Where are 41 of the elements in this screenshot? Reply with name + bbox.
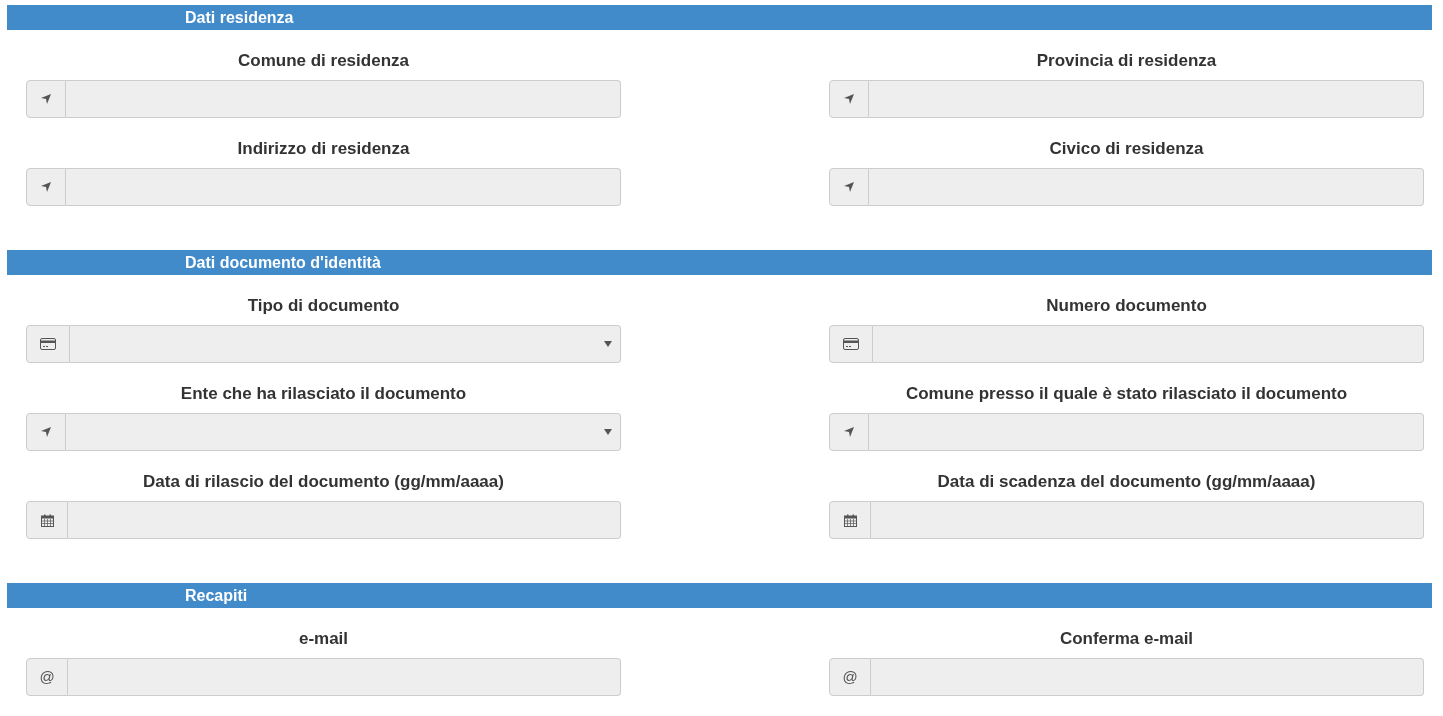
input-field[interactable] — [68, 658, 621, 696]
input-field[interactable] — [869, 80, 1424, 118]
location-arrow-icon — [40, 93, 52, 105]
field-label: Numero documento — [1045, 296, 1208, 316]
field-label: Ente che ha rilasciato il documento — [179, 384, 468, 404]
field-label: Comune presso il quale è stato rilasciato il documento — [904, 384, 1349, 404]
location-arrow-icon — [40, 426, 52, 438]
input-field[interactable] — [871, 501, 1424, 539]
location-arrow-icon — [40, 181, 52, 193]
field-label: Civico di residenza — [1048, 139, 1205, 159]
field-label: Provincia di residenza — [1035, 51, 1218, 71]
field-label: Data di rilascio del documento (gg/mm/aaaa) — [142, 472, 505, 492]
input-field[interactable] — [869, 168, 1424, 206]
calendar-icon — [40, 513, 54, 527]
input-field[interactable] — [66, 168, 621, 206]
section-title: Dati residenza — [185, 9, 294, 26]
at-sign: @ — [842, 666, 858, 687]
field-label: Tipo di documento — [246, 296, 401, 316]
location-arrow-icon — [843, 93, 855, 105]
input-field[interactable] — [66, 80, 621, 118]
field-label: Data di scadenza del documento (gg/mm/aaaa) — [936, 472, 1317, 492]
location-arrow-icon — [843, 426, 855, 438]
field-label: e-mail — [297, 629, 350, 649]
select-field[interactable] — [66, 413, 621, 451]
field-label: Comune di residenza — [237, 51, 410, 71]
caret-down-icon — [604, 341, 612, 347]
credit-card-icon — [40, 338, 56, 350]
field-label: Conferma e-mail — [1058, 629, 1195, 649]
section-title: Dati documento d'identità — [185, 254, 381, 271]
field-label: Indirizzo di residenza — [236, 139, 411, 159]
caret-down-icon — [604, 429, 612, 435]
input-field[interactable] — [68, 501, 621, 539]
section-title: Recapiti — [185, 587, 248, 604]
select-field[interactable] — [70, 325, 621, 363]
location-arrow-icon — [843, 181, 855, 193]
at-sign: @ — [39, 666, 55, 687]
input-field[interactable] — [871, 658, 1424, 696]
input-field[interactable] — [873, 325, 1424, 363]
calendar-icon — [843, 513, 857, 527]
input-field[interactable] — [869, 413, 1424, 451]
credit-card-icon — [843, 338, 859, 350]
